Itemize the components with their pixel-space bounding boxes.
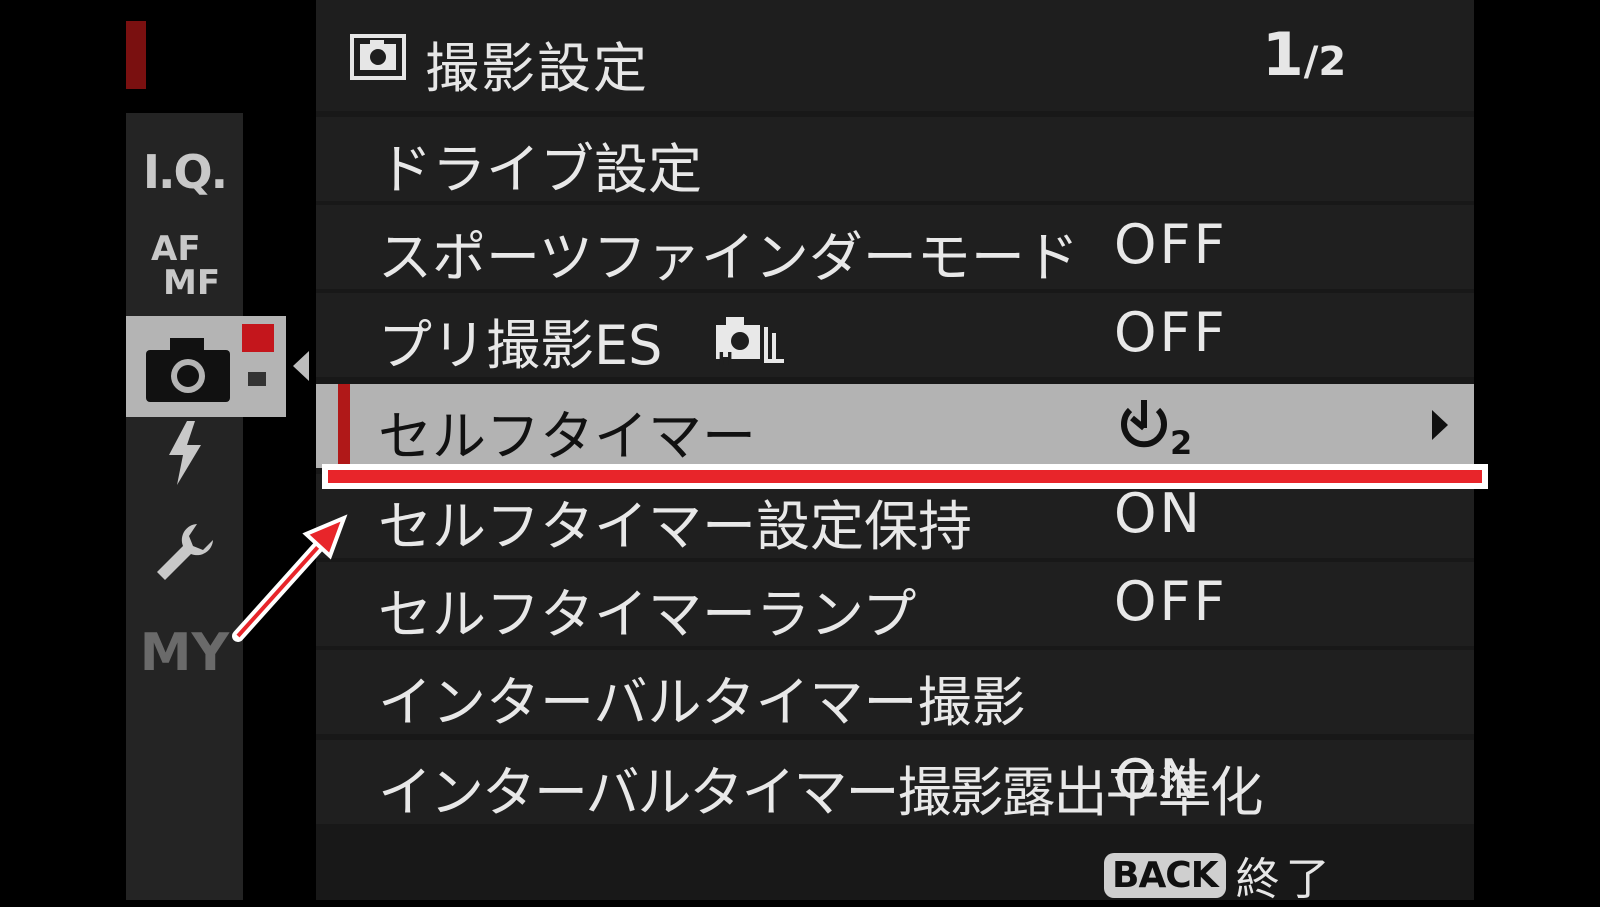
flash-icon	[168, 421, 201, 485]
menu-tab-strip: I.Q. AF MF MY	[126, 113, 243, 900]
wrench-icon	[156, 524, 213, 580]
selection-bar	[338, 384, 350, 468]
annotation-arrow-icon	[232, 514, 348, 642]
self-timer-icon: 2	[1121, 400, 1192, 458]
shooting-settings-icon	[350, 34, 406, 80]
menu-item-self-timer[interactable]: セルフタイマー 2	[316, 384, 1474, 468]
menu-item-sports-finder-mode[interactable]: スポーツファインダーモード OFF	[316, 205, 1474, 289]
camera-icon	[146, 324, 274, 402]
menu-item-interval-exposure-smoothing[interactable]: インターバルタイマー撮影露出平準化 ON	[316, 740, 1474, 824]
chevron-right-icon	[1432, 410, 1448, 440]
tab-af-mf[interactable]: AF MF	[126, 223, 243, 303]
tab-shooting-active[interactable]	[126, 316, 286, 417]
page-indicator: 1/2	[1262, 20, 1347, 90]
footer: BACK 終了	[1104, 843, 1336, 907]
tab-indicator-mark	[126, 21, 146, 89]
svg-text:MF: MF	[163, 263, 220, 298]
svg-text:H: H	[718, 349, 733, 367]
self-timer-value: 2	[1170, 424, 1192, 458]
page-title: 撮影設定	[425, 37, 649, 100]
pre-shot-camera-icon: H	[716, 317, 784, 367]
tab-iq[interactable]: I.Q.	[126, 137, 243, 207]
af-mf-icon: AF MF	[151, 229, 220, 298]
back-label: 終了	[1235, 854, 1336, 905]
menu-item-interval-timer[interactable]: インターバルタイマー撮影	[316, 650, 1474, 734]
tab-flash[interactable]	[126, 413, 243, 493]
menu-item-drive-settings[interactable]: ドライブ設定	[316, 117, 1474, 201]
highlight-bar	[322, 464, 1488, 489]
menu-item-self-timer-lamp[interactable]: セルフタイマーランプ OFF	[316, 562, 1474, 646]
back-key-icon[interactable]: BACK	[1104, 852, 1226, 898]
menu-item-pre-shot-es[interactable]: プリ撮影ES H OFF	[316, 293, 1474, 377]
active-tab-pointer	[293, 351, 309, 381]
